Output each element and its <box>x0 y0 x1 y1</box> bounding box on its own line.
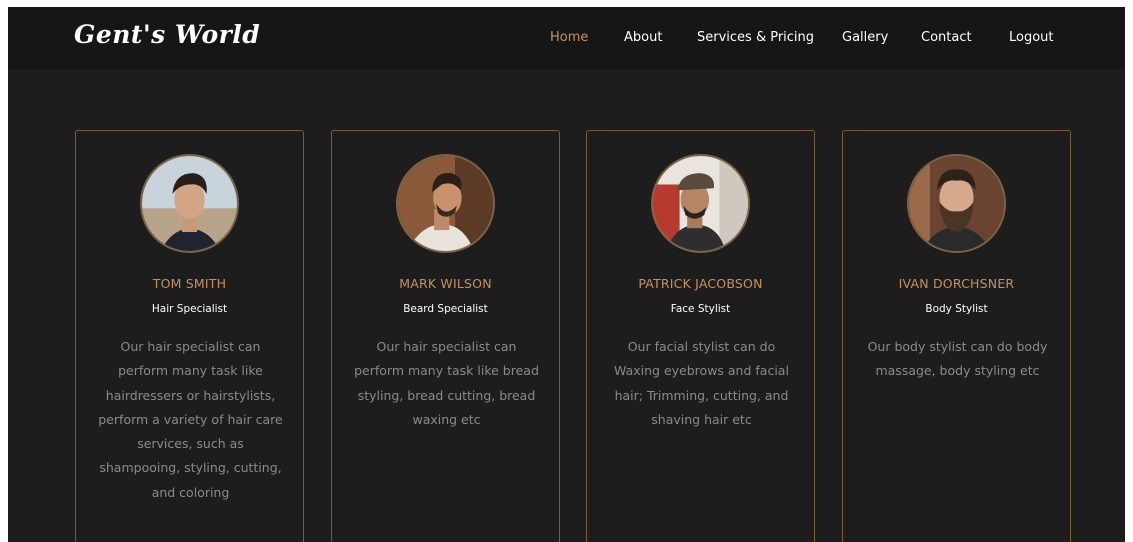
team-card: MARK WILSON Beard Specialist Our hair sp… <box>331 130 560 542</box>
team-card: TOM SMITH Hair Specialist Our hair speci… <box>75 130 304 542</box>
profile-photo <box>907 154 1006 253</box>
page: Gent's World Home About Services & Prici… <box>8 7 1125 542</box>
member-name: IVAN DORCHSNER <box>898 276 1015 291</box>
nav-link-services-pricing[interactable]: Services & Pricing <box>697 30 814 45</box>
profile-photo <box>396 154 495 253</box>
member-description: Our hair specialist can perform many tas… <box>98 339 283 500</box>
nav-link-home[interactable]: Home <box>550 30 588 45</box>
member-name: TOM SMITH <box>152 276 227 291</box>
profile-photo <box>140 154 239 253</box>
nav-link-gallery[interactable]: Gallery <box>842 30 888 45</box>
member-description: Our body stylist can do body massage, bo… <box>867 339 1048 379</box>
main-nav: Home About Services & Pricing Gallery Co… <box>8 30 1125 50</box>
navbar: Gent's World Home About Services & Prici… <box>8 7 1125 69</box>
member-role: Face Stylist <box>670 303 731 315</box>
profile-photo <box>651 154 750 253</box>
nav-link-contact[interactable]: Contact <box>921 30 972 45</box>
member-description: Our hair specialist can perform many tas… <box>354 339 539 427</box>
member-role: Beard Specialist <box>403 303 488 315</box>
member-name: PATRICK JACOBSON <box>638 276 763 291</box>
member-description: Our facial stylist can do Waxing eyebrow… <box>614 339 789 427</box>
team-card: IVAN DORCHSNER Body Stylist Our body sty… <box>842 130 1071 542</box>
nav-link-about[interactable]: About <box>624 30 662 45</box>
team-card: PATRICK JACOBSON Face Stylist Our facial… <box>586 130 815 542</box>
member-name: MARK WILSON <box>399 276 492 291</box>
member-role: Hair Specialist <box>151 303 228 315</box>
member-role: Body Stylist <box>925 303 988 315</box>
nav-link-logout[interactable]: Logout <box>1009 30 1054 45</box>
